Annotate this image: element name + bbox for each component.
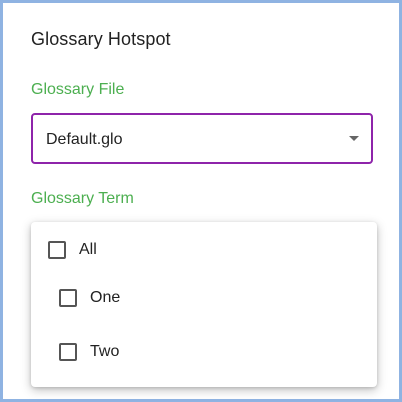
glossary-term-label: Glossary Term [31,190,134,207]
glossary-file-value: Default.glo [46,131,123,148]
menu-option-all[interactable]: All [48,241,97,259]
glossary-file-select[interactable]: Default.glo [31,113,373,164]
arrow-drop-down-icon [349,136,359,141]
menu-option-two[interactable]: Two [59,343,119,361]
glossary-term-menu: All One Two [31,222,377,387]
menu-option-label: Two [90,343,120,360]
menu-option-one[interactable]: One [59,289,120,307]
menu-option-label: One [90,289,121,306]
checkbox-unchecked-icon[interactable] [48,241,66,259]
glossary-file-label: Glossary File [31,81,125,98]
dialog-frame: Glossary Hotspot Glossary File Default.g… [0,0,402,402]
checkbox-unchecked-icon[interactable] [59,343,77,361]
dialog-title: Glossary Hotspot [31,29,171,49]
menu-option-label: All [79,241,97,258]
checkbox-unchecked-icon[interactable] [59,289,77,307]
